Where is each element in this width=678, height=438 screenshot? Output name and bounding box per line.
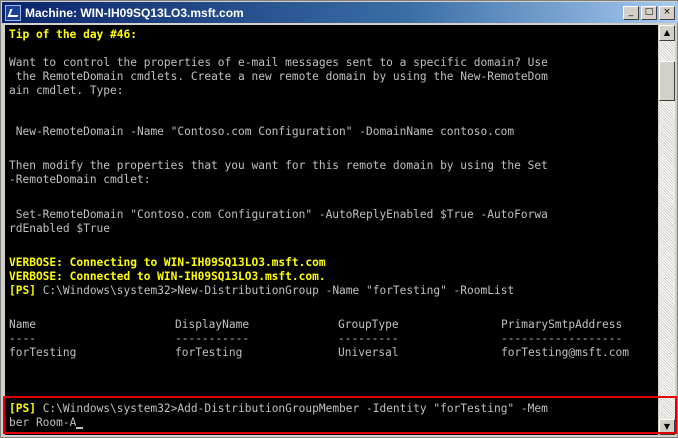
ps-prompt: [PS] bbox=[9, 284, 36, 297]
table-cell: forTesting bbox=[9, 346, 77, 359]
title-bar[interactable]: Machine: WIN-IH09SQ13LO3.msft.com _ □ × bbox=[2, 2, 678, 23]
console-window: Machine: WIN-IH09SQ13LO3.msft.com _ □ × … bbox=[0, 0, 678, 438]
highlight-box bbox=[3, 396, 677, 434]
command-line: [PS] C:\Windows\system32>New-Distributio… bbox=[9, 284, 514, 298]
tip-line: -RemoteDomain cmdlet: bbox=[9, 173, 151, 186]
table-header-grouptype: GroupType bbox=[338, 318, 399, 331]
command-text: C:\Windows\system32>New-DistributionGrou… bbox=[35, 284, 515, 297]
table-separator: ---- bbox=[9, 332, 36, 345]
table-separator: ------------------ bbox=[501, 332, 623, 345]
table-separator: --------- bbox=[338, 332, 399, 345]
tip-line: the RemoteDomain cmdlets. Create a new r… bbox=[9, 70, 548, 83]
scroll-thumb[interactable] bbox=[659, 61, 675, 101]
table-separator: ----------- bbox=[175, 332, 250, 345]
tip-line: ain cmdlet. Type: bbox=[9, 84, 124, 97]
minimize-button[interactable]: _ bbox=[623, 5, 639, 20]
vertical-scrollbar[interactable]: ▲ ▼ bbox=[659, 25, 675, 435]
tip-title: Tip of the day #46: bbox=[9, 28, 137, 41]
console-output[interactable]: Tip of the day #46: Want to control the … bbox=[5, 25, 658, 435]
table-cell: forTesting bbox=[175, 346, 243, 359]
maximize-button[interactable]: □ bbox=[641, 5, 657, 20]
example-command: rdEnabled $True bbox=[9, 222, 111, 235]
tip-line: Then modify the properties that you want… bbox=[9, 159, 548, 172]
verbose-line: VERBOSE: Connected to WIN-IH09SQ13LO3.ms… bbox=[9, 270, 326, 283]
tip-line: Want to control the properties of e-mail… bbox=[9, 56, 548, 69]
table-cell: forTesting@msft.com bbox=[501, 346, 629, 359]
scroll-up-button[interactable]: ▲ bbox=[659, 25, 675, 41]
table-cell: Universal bbox=[338, 346, 399, 359]
window-controls: _ □ × bbox=[623, 5, 675, 20]
example-command: New-RemoteDomain -Name "Contoso.com Conf… bbox=[9, 125, 515, 138]
example-command: Set-RemoteDomain "Contoso.com Configurat… bbox=[9, 208, 548, 221]
verbose-line: VERBOSE: Connecting to WIN-IH09SQ13LO3.m… bbox=[9, 256, 326, 269]
powershell-icon bbox=[5, 4, 21, 21]
close-button[interactable]: × bbox=[659, 5, 675, 20]
table-header-name: Name bbox=[9, 318, 36, 331]
table-header-primarysmtp: PrimarySmtpAddress bbox=[501, 318, 623, 331]
window-title: Machine: WIN-IH09SQ13LO3.msft.com bbox=[25, 5, 244, 20]
table-header-displayname: DisplayName bbox=[175, 318, 250, 331]
